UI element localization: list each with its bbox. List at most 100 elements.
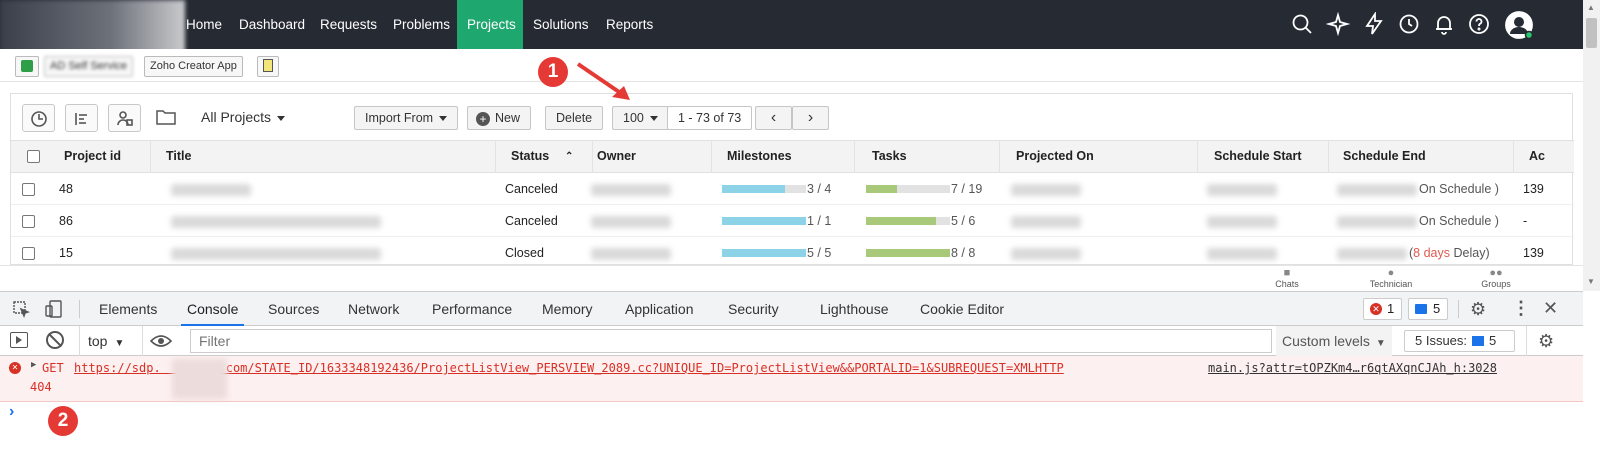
history-icon[interactable] — [1397, 12, 1421, 36]
message-count-badge[interactable]: 5 — [1408, 298, 1448, 320]
console-toolbar: top ▼ Custom levels ▼ 5 Issues: 5 ⚙ — [0, 326, 1583, 356]
project-title-redacted[interactable] — [171, 216, 381, 228]
ad-self-service-icon[interactable] — [15, 56, 39, 77]
new-button[interactable]: + New — [467, 106, 532, 130]
delete-button[interactable]: Delete — [545, 106, 604, 130]
col-schedule-start[interactable]: Schedule Start — [1204, 140, 1329, 173]
error-count-badge[interactable]: ✕ 1 — [1363, 298, 1402, 320]
tasks-progress-fill — [866, 249, 950, 257]
source-location-link[interactable]: main.js?attr=tOPZKm4…r6qtAXqnCJAh_h:3028 — [1208, 361, 1497, 375]
page-scrollbar[interactable]: ▲ ▼ — [1583, 0, 1600, 291]
folder-icon[interactable] — [155, 108, 177, 126]
technician-button[interactable]: ● Technician — [1361, 267, 1421, 290]
col-schedule-end[interactable]: Schedule End — [1333, 140, 1514, 173]
ad-self-service-button[interactable]: AD Self Service — [44, 56, 134, 77]
eye-icon[interactable] — [149, 334, 173, 348]
table-row[interactable]: 48 Canceled 3 / 4 7 / 19 On Schedule ) 1… — [11, 173, 1574, 205]
project-id[interactable]: 48 — [59, 173, 73, 205]
settings-gear-icon[interactable]: ⚙ — [1470, 299, 1486, 319]
tasks-progress-bar — [866, 185, 950, 193]
scrollbar-thumb[interactable] — [1586, 18, 1597, 48]
sidebar-toggle-icon[interactable] — [10, 332, 28, 348]
list-view-button[interactable] — [65, 104, 98, 132]
col-milestones[interactable]: Milestones — [717, 140, 855, 173]
nav-reports[interactable]: Reports — [596, 0, 663, 49]
technician-icon: ● — [1387, 267, 1395, 279]
groups-button[interactable]: ●● Groups — [1466, 268, 1526, 290]
help-icon[interactable] — [1467, 12, 1491, 36]
prev-page-button[interactable]: ‹ — [755, 106, 792, 130]
tab-sources[interactable]: Sources — [262, 292, 325, 326]
col-tasks[interactable]: Tasks — [862, 140, 1000, 173]
message-icon — [1415, 304, 1427, 314]
filter-input[interactable] — [190, 329, 1272, 353]
tab-security[interactable]: Security — [722, 292, 785, 326]
search-icon[interactable] — [1290, 12, 1314, 36]
nav-solutions[interactable]: Solutions — [523, 0, 599, 49]
scroll-down-icon[interactable]: ▼ — [1587, 277, 1595, 286]
bell-icon[interactable] — [1432, 12, 1456, 36]
zoho-creator-button[interactable]: Zoho Creator App — [144, 56, 243, 77]
table-row[interactable]: 86 Canceled 1 / 1 5 / 6 On Schedule ) - — [11, 205, 1574, 237]
view-toggle-button[interactable] — [22, 104, 55, 132]
lightning-icon[interactable] — [1362, 11, 1386, 36]
import-from-label: Import From — [365, 111, 434, 125]
tasks-progress-fill — [866, 185, 898, 193]
tab-application[interactable]: Application — [619, 292, 700, 326]
page-size-select[interactable]: 100 — [612, 106, 669, 130]
nav-requests[interactable]: Requests — [310, 0, 387, 49]
assign-owner-button[interactable] — [108, 104, 141, 132]
clear-console-icon[interactable] — [46, 331, 64, 349]
log-levels-select[interactable]: Custom levels ▼ — [1276, 326, 1392, 356]
milestones-count: 3 / 4 — [807, 182, 832, 196]
tab-console[interactable]: Console — [181, 292, 245, 326]
col-actual[interactable]: Ac — [1519, 140, 1574, 173]
tab-network[interactable]: Network — [342, 292, 405, 326]
row-checkbox[interactable] — [22, 247, 35, 260]
nav-home[interactable]: Home — [176, 0, 232, 49]
close-devtools-icon[interactable]: ✕ — [1543, 298, 1558, 318]
tab-cookie-editor[interactable]: Cookie Editor — [914, 292, 1010, 326]
col-owner[interactable]: Owner — [587, 140, 712, 173]
more-options-icon[interactable]: ⋮ — [1512, 298, 1530, 318]
device-toolbar-icon[interactable] — [44, 299, 64, 319]
row-checkbox[interactable] — [22, 215, 35, 228]
project-title-redacted[interactable] — [171, 184, 251, 196]
col-project-id[interactable]: Project id — [54, 140, 151, 173]
project-id[interactable]: 86 — [59, 205, 73, 237]
tab-performance[interactable]: Performance — [426, 292, 518, 326]
owner-redacted — [591, 216, 671, 228]
col-status[interactable]: Status ⌃ — [501, 140, 593, 173]
chats-button[interactable]: ■ Chats — [1257, 268, 1317, 290]
annotation-badge-2: 2 — [48, 406, 78, 436]
context-select[interactable]: top ▼ — [88, 326, 124, 359]
nav-projects[interactable]: Projects — [457, 0, 523, 49]
owner-redacted — [591, 184, 671, 196]
avatar[interactable] — [1504, 10, 1534, 40]
tab-lighthouse[interactable]: Lighthouse — [814, 292, 895, 326]
tab-memory[interactable]: Memory — [536, 292, 599, 326]
col-title[interactable]: Title — [156, 140, 496, 173]
col-projected-on[interactable]: Projected On — [1006, 140, 1198, 173]
tasks-progress-bar — [866, 249, 950, 257]
nav-problems[interactable]: Problems — [383, 0, 460, 49]
row-checkbox[interactable] — [22, 183, 35, 196]
select-all-checkbox[interactable] — [27, 150, 40, 163]
inspect-element-icon[interactable] — [12, 300, 30, 318]
console-prompt[interactable]: › — [9, 402, 14, 422]
nav-dashboard[interactable]: Dashboard — [229, 0, 315, 49]
tab-elements[interactable]: Elements — [93, 292, 163, 326]
next-page-button[interactable]: › — [792, 106, 829, 130]
scroll-up-icon[interactable]: ▲ — [1587, 3, 1595, 12]
import-from-button[interactable]: Import From — [354, 106, 459, 130]
issues-label: 5 Issues: — [1415, 333, 1468, 348]
logo[interactable] — [0, 0, 185, 55]
view-selector[interactable]: All Projects — [201, 106, 286, 128]
milestones-count: 1 / 1 — [807, 214, 832, 228]
sparkle-icon[interactable] — [1325, 11, 1351, 37]
issues-button[interactable]: 5 Issues: 5 — [1404, 330, 1515, 352]
clipboard-icon[interactable] — [257, 56, 279, 77]
console-settings-gear-icon[interactable]: ⚙ — [1538, 330, 1554, 352]
expand-triangle-icon[interactable]: ▶ — [31, 360, 36, 370]
project-title-redacted[interactable] — [171, 248, 381, 260]
